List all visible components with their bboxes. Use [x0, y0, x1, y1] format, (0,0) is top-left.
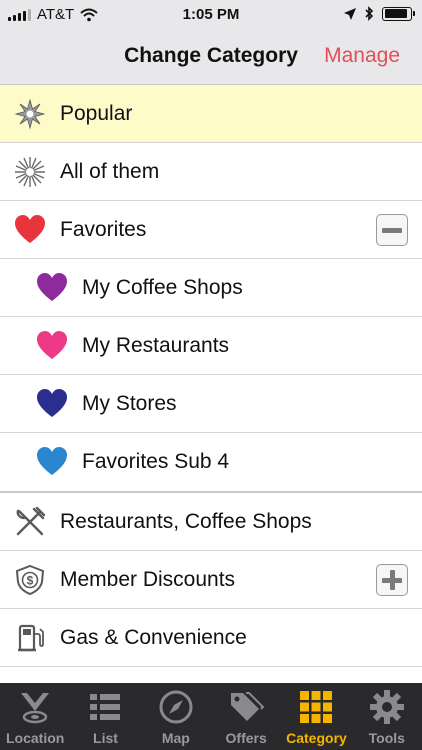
- tab-label: Tools: [368, 730, 405, 746]
- gas-pump-icon: [18, 624, 44, 652]
- category-row-partial[interactable]: [0, 667, 422, 683]
- category-label: All of them: [60, 160, 160, 183]
- sparkle-icon: [15, 157, 45, 187]
- category-label: Favorites Sub 4: [82, 450, 230, 473]
- battery-icon: [382, 6, 415, 21]
- location-arrow-icon: [344, 7, 356, 20]
- tags-icon: [231, 692, 265, 721]
- gear-icon: [369, 690, 404, 724]
- tab-tools[interactable]: Tools: [352, 683, 422, 750]
- category-list: Popular All of them Favorites My Coffee …: [0, 85, 422, 683]
- category-label: Gas & Convenience: [60, 626, 247, 649]
- category-row-gas[interactable]: Gas & Convenience: [0, 609, 422, 667]
- manage-button[interactable]: Manage: [324, 44, 400, 68]
- nav-bar: Change Category Manage: [0, 30, 422, 85]
- page-title-text: Change Category: [124, 44, 298, 67]
- category-row-my-coffee-shops[interactable]: My Coffee Shops: [0, 259, 422, 317]
- tab-label: List: [93, 730, 118, 746]
- heart-icon: [15, 215, 45, 243]
- collapse-button[interactable]: [376, 214, 408, 246]
- status-bar: AT&T 1:05 PM: [0, 0, 422, 30]
- tab-location[interactable]: Location: [0, 683, 70, 750]
- tab-map[interactable]: Map: [141, 683, 211, 750]
- tab-label: Category: [286, 730, 347, 746]
- expand-button[interactable]: [376, 564, 408, 596]
- compass-icon: [159, 690, 193, 724]
- plus-icon-v: [389, 570, 395, 590]
- minus-icon: [382, 227, 402, 233]
- category-label: Member Discounts: [60, 568, 236, 591]
- category-row-all[interactable]: All of them: [0, 143, 422, 201]
- heart-icon: [37, 447, 67, 475]
- svg-text:$: $: [27, 574, 34, 588]
- bluetooth-icon: [365, 6, 374, 21]
- category-label: My Restaurants: [82, 334, 230, 357]
- category-row-my-stores[interactable]: My Stores: [0, 375, 422, 433]
- category-label: My Coffee Shops: [82, 276, 243, 299]
- tab-offers[interactable]: Offers: [211, 683, 281, 750]
- heart-icon: [37, 273, 67, 301]
- fork-knife-icon: [16, 506, 46, 536]
- category-row-favorites[interactable]: Favorites: [0, 201, 422, 259]
- heart-icon: [37, 389, 67, 417]
- tab-label: Map: [161, 730, 190, 746]
- tab-label: Offers: [225, 730, 267, 746]
- tab-bar: Location List Map Offers Category Tools: [0, 683, 422, 750]
- category-row-my-restaurants[interactable]: My Restaurants: [0, 317, 422, 375]
- dollar-shield-icon: $: [15, 564, 45, 596]
- category-row-favorites-sub-4[interactable]: Favorites Sub 4: [0, 433, 422, 491]
- category-label: Popular: [60, 102, 133, 125]
- status-right: [344, 6, 415, 21]
- tab-category[interactable]: Category: [281, 683, 351, 750]
- category-row-restaurants[interactable]: Restaurants, Coffee Shops: [0, 493, 422, 551]
- category-row-popular[interactable]: Popular: [0, 85, 422, 143]
- tab-label: Location: [5, 730, 65, 746]
- location-pin-icon: [21, 693, 50, 724]
- starburst-icon: [14, 98, 46, 130]
- battery-fill: [384, 9, 407, 18]
- category-label: Restaurants, Coffee Shops: [60, 510, 312, 533]
- category-row-member-discounts[interactable]: $ Member Discounts: [0, 551, 422, 609]
- tab-list[interactable]: List: [70, 683, 140, 750]
- heart-icon: [37, 331, 67, 359]
- list-icon: [90, 694, 121, 720]
- grid-icon: [300, 691, 333, 723]
- category-label: Favorites: [60, 218, 147, 241]
- category-label: My Stores: [82, 392, 177, 415]
